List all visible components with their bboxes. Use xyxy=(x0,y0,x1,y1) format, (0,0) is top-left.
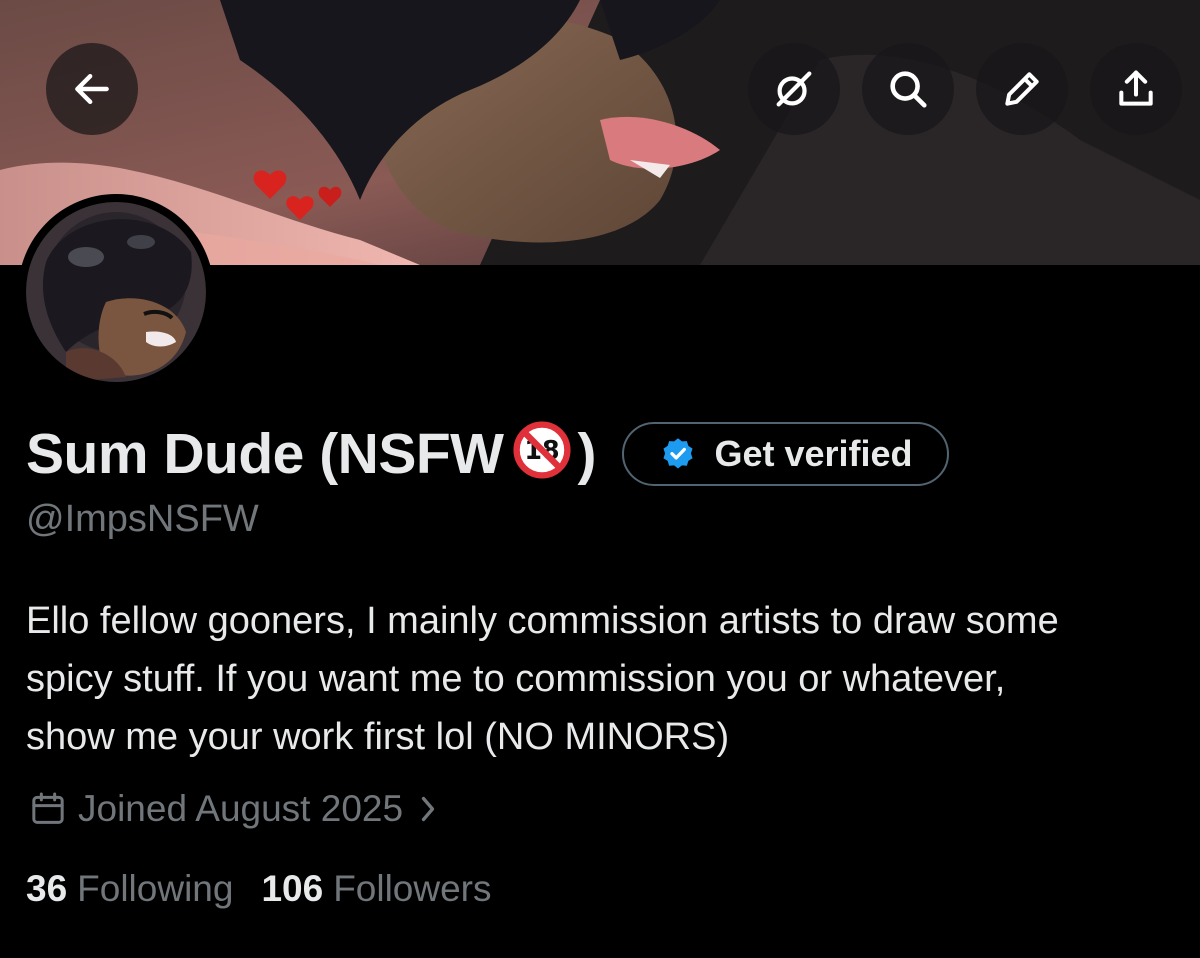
back-arrow-icon xyxy=(75,73,109,105)
search-icon xyxy=(890,71,927,108)
share-icon xyxy=(1119,70,1153,106)
display-name-close: ) xyxy=(577,422,597,486)
verified-badge-icon xyxy=(663,438,694,469)
profile-bio: Ello fellow gooners, I mainly commission… xyxy=(26,592,1196,766)
joined-date: Joined August 2025 xyxy=(78,788,404,829)
search-button[interactable] xyxy=(862,43,954,135)
avatar-image xyxy=(26,202,206,382)
name-row: Sum Dude (NSFW 18 ) Get verified xyxy=(26,418,949,490)
share-button[interactable] xyxy=(1090,43,1182,135)
joined-date-link[interactable]: Joined August 2025 xyxy=(28,788,449,830)
grok-icon xyxy=(776,71,812,107)
follow-stats: 36 Following 106 Followers xyxy=(26,868,492,910)
edit-pencil-icon xyxy=(1005,72,1039,106)
edit-button[interactable] xyxy=(976,43,1068,135)
followers-count: 106 xyxy=(261,868,324,909)
get-verified-label: Get verified xyxy=(714,433,913,474)
following-count: 36 xyxy=(26,868,68,909)
followers-link[interactable]: 106 Followers xyxy=(261,868,491,910)
chevron-right-icon xyxy=(421,796,435,822)
user-handle: @ImpsNSFW xyxy=(26,498,259,540)
bio-line: spicy stuff. If you want me to commissio… xyxy=(26,658,1006,700)
profile-page: Sum Dude (NSFW 18 ) Get verified @ImpsNS… xyxy=(0,0,1200,958)
following-label: Following xyxy=(77,868,234,909)
display-name: Sum Dude (NSFW xyxy=(26,422,504,486)
back-button[interactable] xyxy=(46,43,138,135)
following-link[interactable]: 36 Following xyxy=(26,868,233,910)
bio-line: show me your work first lol (NO MINORS) xyxy=(26,716,730,758)
avatar[interactable] xyxy=(18,194,214,390)
bio-line: Ello fellow gooners, I mainly commission… xyxy=(26,600,1059,642)
grok-button[interactable] xyxy=(748,43,840,135)
get-verified-button[interactable]: Get verified xyxy=(622,422,949,486)
followers-label: Followers xyxy=(333,868,492,909)
no-under-18-icon: 18 xyxy=(513,421,572,479)
calendar-icon xyxy=(32,792,64,824)
